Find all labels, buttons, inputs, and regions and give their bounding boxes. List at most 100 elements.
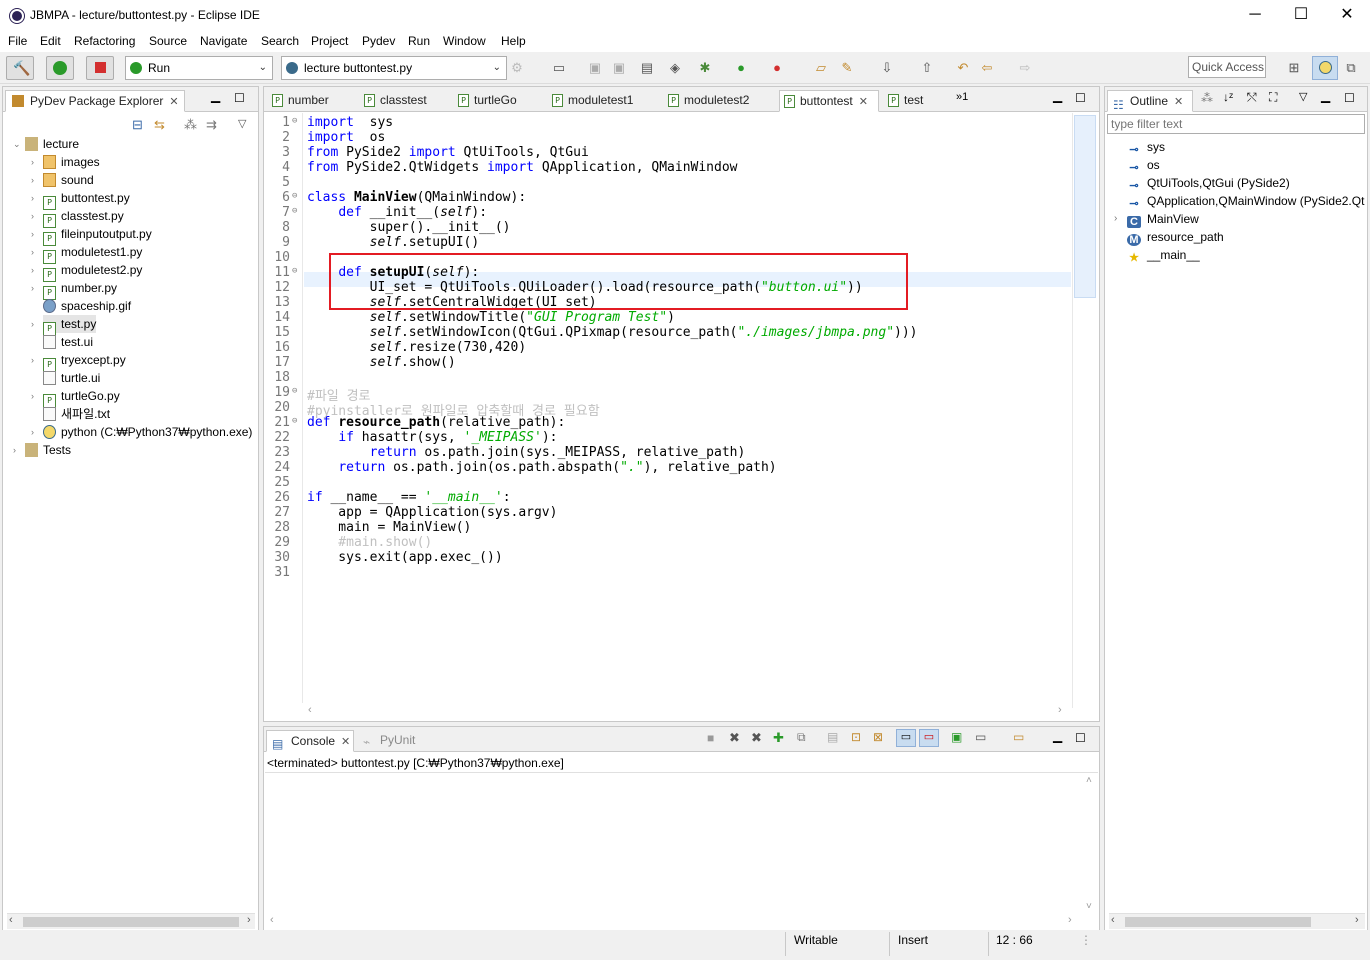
close-icon[interactable]: ✕ — [859, 96, 868, 108]
close-icon[interactable]: ✕ — [169, 96, 178, 108]
outline-item-os[interactable]: ⊸ os — [1127, 156, 1159, 174]
tab-moduletest1[interactable]: Pmoduletest1 — [548, 90, 658, 112]
tree-item-test-ui[interactable]: test.ui — [43, 333, 93, 351]
scroll-right-icon[interactable]: › — [1355, 914, 1359, 926]
outline-filter-input[interactable] — [1107, 114, 1365, 134]
view-menu-icon[interactable]: ▽ — [1299, 90, 1307, 103]
debug-perspective-icon[interactable]: ⧉ — [1343, 60, 1359, 76]
pencil-icon[interactable]: ✎ — [839, 60, 855, 76]
maximize-icon[interactable]: ☐ — [234, 91, 245, 105]
launch-target-combo[interactable]: lecture buttontest.py ⌄ — [281, 56, 507, 80]
chevron-right-icon[interactable]: › — [31, 279, 34, 297]
collapse-all-icon[interactable]: ⊟ — [132, 117, 143, 133]
console-icon[interactable]: ▤ — [639, 60, 655, 76]
tree-item-classtest[interactable]: › Pclasstest.py — [31, 207, 124, 228]
scroll-up-icon[interactable]: ˄ — [1086, 775, 1092, 786]
tab-package-explorer[interactable]: PyDev Package Explorer ✕ — [5, 90, 185, 112]
chevron-right-icon[interactable]: › — [31, 387, 34, 405]
menu-file[interactable]: File — [8, 34, 27, 48]
minimize-button[interactable]: ─ — [1232, 4, 1278, 28]
show-on-stderr-icon[interactable]: ▭ — [919, 729, 939, 747]
maximize-icon[interactable]: ☐ — [1344, 91, 1355, 105]
new-file-icon[interactable]: ▭ — [551, 60, 567, 76]
remove-all-icon[interactable]: ✖ — [751, 730, 762, 746]
tab-outline[interactable]: ☷ Outline ✕ — [1107, 90, 1193, 112]
scroll-left-icon[interactable]: ‹ — [308, 704, 312, 716]
display-console-icon[interactable]: ▭ — [975, 730, 986, 744]
tree-item-buttontest[interactable]: › Pbuttontest.py — [31, 189, 130, 210]
remove-launch-icon[interactable]: ✖ — [729, 730, 740, 746]
tree-item-test-py[interactable]: › Ptest.py — [31, 315, 97, 336]
close-icon[interactable]: ✕ — [341, 736, 350, 748]
tree-item-moduletest2[interactable]: › Pmoduletest2.py — [31, 261, 142, 282]
outline-item-qtuitools[interactable]: ⊸ QtUiTools,QtGui (PySide2) — [1127, 174, 1289, 192]
tab-pyunit[interactable]: ⌁ PyUnit — [358, 730, 418, 752]
scrollbar-thumb[interactable] — [1125, 917, 1311, 927]
scroll-right-icon[interactable]: › — [1058, 704, 1062, 716]
tree-item-images[interactable]: › images — [31, 153, 100, 171]
tab-moduletest2[interactable]: Pmoduletest2 — [664, 90, 774, 112]
menu-search[interactable]: Search — [261, 34, 299, 48]
chevron-right-icon[interactable]: › — [31, 423, 34, 441]
menu-project[interactable]: Project — [311, 34, 348, 48]
maximize-icon[interactable]: ☐ — [1075, 91, 1086, 105]
outline-item-mainview[interactable]: › C MainView — [1114, 210, 1199, 228]
package-icon[interactable]: ◈ — [667, 60, 683, 76]
tab-turtlego[interactable]: PturtleGo — [454, 90, 544, 112]
back-icon[interactable]: ⇦ — [979, 60, 995, 76]
save-icon[interactable]: ▣ — [587, 60, 603, 76]
fold-toggle-icon[interactable]: ⊖ — [292, 191, 297, 201]
editor-vscrollbar[interactable] — [1072, 113, 1098, 708]
tree-item-tests[interactable]: › Tests — [13, 441, 71, 459]
link-with-editor-icon[interactable]: ⇆ — [154, 117, 165, 133]
filter-icon[interactable]: ⁂ — [1201, 91, 1213, 105]
run-button[interactable] — [46, 56, 74, 80]
previous-annotation-icon[interactable]: ⇧ — [919, 60, 935, 76]
terminate-button[interactable] — [86, 56, 114, 80]
run-icon[interactable]: ● — [733, 60, 749, 76]
terminate-icon[interactable]: ■ — [707, 731, 714, 745]
fold-toggle-icon[interactable]: ⊖ — [292, 386, 297, 396]
focus-icon[interactable]: ⇉ — [206, 117, 217, 133]
open-perspective-icon[interactable]: ⊞ — [1286, 60, 1302, 76]
menu-refactoring[interactable]: Refactoring — [74, 34, 135, 48]
menu-run[interactable]: Run — [408, 34, 430, 48]
next-annotation-icon[interactable]: ⇩ — [879, 60, 895, 76]
external-tools-icon[interactable]: ● — [769, 60, 785, 76]
scroll-right-icon[interactable]: › — [247, 914, 251, 926]
explorer-hscrollbar[interactable]: ‹ › — [7, 913, 255, 929]
tree-item-python-interpreter[interactable]: › python (C:₩Python37₩python.exe) — [31, 423, 252, 441]
tree-item-newfile-txt[interactable]: 새파일.txt — [43, 405, 110, 423]
chevron-right-icon[interactable]: › — [31, 315, 34, 333]
word-wrap-icon[interactable]: ⊠ — [873, 730, 883, 744]
scroll-left-icon[interactable]: ‹ — [1111, 914, 1115, 926]
gear-icon[interactable]: ⚙ — [509, 60, 525, 76]
tree-item-turtlego[interactable]: › PturtleGo.py — [31, 387, 120, 408]
last-edit-icon[interactable]: ↶ — [955, 60, 971, 76]
clear-console-icon[interactable]: ▤ — [827, 730, 838, 744]
tree-item-turtle-ui[interactable]: turtle.ui — [43, 369, 100, 387]
tab-overflow[interactable]: »1 — [956, 91, 968, 103]
close-button[interactable]: ✕ — [1324, 4, 1370, 28]
scroll-left-icon[interactable]: ‹ — [9, 914, 13, 926]
sort-icon[interactable]: ↓ᶻ — [1223, 90, 1233, 104]
scroll-down-icon[interactable]: ˅ — [1086, 901, 1092, 912]
chevron-right-icon[interactable]: › — [13, 441, 16, 459]
editor-hscrollbar[interactable]: ‹ › — [306, 704, 1072, 720]
chevron-right-icon[interactable]: › — [31, 351, 34, 369]
scrollbar-thumb[interactable] — [1074, 115, 1096, 298]
view-menu-icon[interactable]: ▽ — [238, 117, 246, 130]
chevron-right-icon[interactable]: › — [1114, 210, 1117, 228]
save-all-icon[interactable]: ▣ — [611, 60, 627, 76]
tree-item-tryexcept[interactable]: › Ptryexcept.py — [31, 351, 126, 372]
tree-item-sound[interactable]: › sound — [31, 171, 94, 189]
build-button[interactable]: 🔨 — [6, 56, 34, 80]
outline-item-main[interactable]: ★ __main__ — [1127, 246, 1200, 264]
outline-hscrollbar[interactable]: ‹ › — [1109, 913, 1365, 929]
scroll-right-icon[interactable]: › — [1068, 914, 1072, 926]
fold-toggle-icon[interactable]: ⊖ — [292, 116, 297, 126]
chevron-down-icon[interactable]: ⌄ — [13, 135, 21, 153]
fold-toggle-icon[interactable]: ⊖ — [292, 206, 297, 216]
open-console-icon[interactable]: ▭ — [1013, 730, 1024, 744]
tree-item-moduletest1[interactable]: › Pmoduletest1.py — [31, 243, 142, 264]
